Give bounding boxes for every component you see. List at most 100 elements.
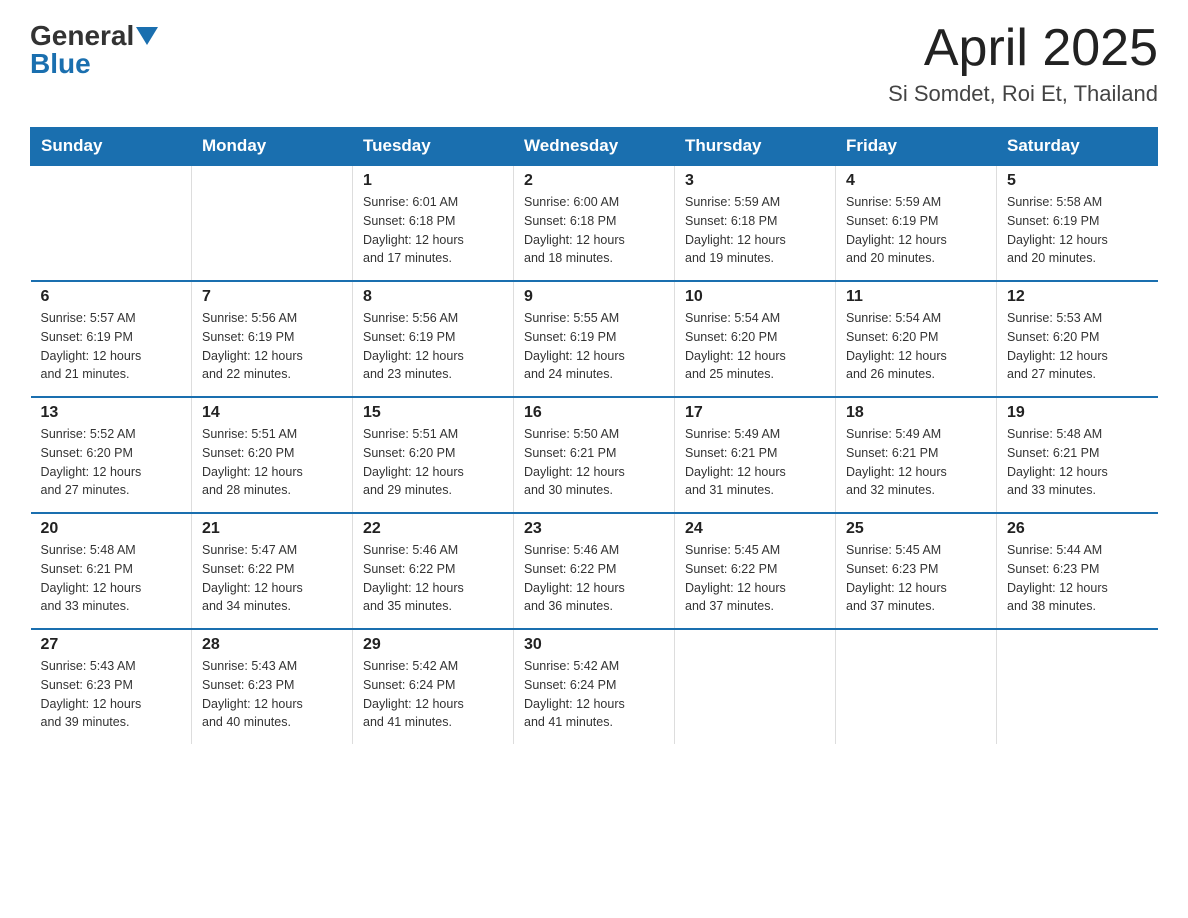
table-row: 20 Sunrise: 5:48 AM Sunset: 6:21 PM Dayli… <box>31 513 192 629</box>
day-info: Sunrise: 5:47 AM Sunset: 6:22 PM Dayligh… <box>202 541 342 616</box>
day-info: Sunrise: 5:59 AM Sunset: 6:18 PM Dayligh… <box>685 193 825 268</box>
table-row: 11 Sunrise: 5:54 AM Sunset: 6:20 PM Dayli… <box>836 281 997 397</box>
table-row: 9 Sunrise: 5:55 AM Sunset: 6:19 PM Daylig… <box>514 281 675 397</box>
table-row: 6 Sunrise: 5:57 AM Sunset: 6:19 PM Daylig… <box>31 281 192 397</box>
table-row: 26Sunrise: 5:44 AM Sunset: 6:23 PM Dayli… <box>997 513 1158 629</box>
day-info: Sunrise: 5:59 AM Sunset: 6:19 PM Dayligh… <box>846 193 986 268</box>
day-info: Sunrise: 5:48 AM Sunset: 6:21 PM Dayligh… <box>41 541 182 616</box>
table-row: 13 Sunrise: 5:52 AM Sunset: 6:20 PM Dayli… <box>31 397 192 513</box>
day-number: 6 <box>41 288 182 306</box>
table-row: 3 Sunrise: 5:59 AM Sunset: 6:18 PM Daylig… <box>675 165 836 281</box>
table-row: 21 Sunrise: 5:47 AM Sunset: 6:22 PM Dayli… <box>192 513 353 629</box>
day-number: 24 <box>685 520 825 538</box>
day-info: Sunrise: 5:49 AM Sunset: 6:21 PM Dayligh… <box>685 425 825 500</box>
header-sunday: Sunday <box>31 128 192 166</box>
day-number: 7 <box>202 288 342 306</box>
day-number: 23 <box>524 520 664 538</box>
day-info: Sunrise: 5:46 AM Sunset: 6:22 PM Dayligh… <box>524 541 664 616</box>
calendar-week-row: 20 Sunrise: 5:48 AM Sunset: 6:21 PM Dayli… <box>31 513 1158 629</box>
table-row <box>675 629 836 744</box>
logo: General Blue <box>30 20 158 80</box>
day-number: 13 <box>41 404 182 422</box>
header-friday: Friday <box>836 128 997 166</box>
day-number: 9 <box>524 288 664 306</box>
day-info: Sunrise: 5:50 AM Sunset: 6:21 PM Dayligh… <box>524 425 664 500</box>
day-info: Sunrise: 5:57 AM Sunset: 6:19 PM Dayligh… <box>41 309 182 384</box>
day-info: Sunrise: 5:43 AM Sunset: 6:23 PM Dayligh… <box>41 657 182 732</box>
header-wednesday: Wednesday <box>514 128 675 166</box>
table-row <box>192 165 353 281</box>
day-number: 20 <box>41 520 182 538</box>
calendar-week-row: 13 Sunrise: 5:52 AM Sunset: 6:20 PM Dayli… <box>31 397 1158 513</box>
header-monday: Monday <box>192 128 353 166</box>
day-info: Sunrise: 6:00 AM Sunset: 6:18 PM Dayligh… <box>524 193 664 268</box>
table-row: 30 Sunrise: 5:42 AM Sunset: 6:24 PM Dayli… <box>514 629 675 744</box>
table-row: 4 Sunrise: 5:59 AM Sunset: 6:19 PM Daylig… <box>836 165 997 281</box>
day-info: Sunrise: 5:49 AM Sunset: 6:21 PM Dayligh… <box>846 425 986 500</box>
table-row <box>836 629 997 744</box>
day-number: 1 <box>363 172 503 190</box>
logo-triangle-icon <box>136 27 158 45</box>
calendar-week-row: 6 Sunrise: 5:57 AM Sunset: 6:19 PM Daylig… <box>31 281 1158 397</box>
table-row: 17 Sunrise: 5:49 AM Sunset: 6:21 PM Dayli… <box>675 397 836 513</box>
weekday-header-row: Sunday Monday Tuesday Wednesday Thursday… <box>31 128 1158 166</box>
table-row: 14 Sunrise: 5:51 AM Sunset: 6:20 PM Dayli… <box>192 397 353 513</box>
day-number: 27 <box>41 636 182 654</box>
day-info: Sunrise: 5:48 AM Sunset: 6:21 PM Dayligh… <box>1007 425 1148 500</box>
day-number: 26 <box>1007 520 1148 538</box>
day-number: 22 <box>363 520 503 538</box>
logo-blue-text: Blue <box>30 48 91 80</box>
day-number: 19 <box>1007 404 1148 422</box>
day-number: 11 <box>846 288 986 306</box>
calendar-week-row: 27 Sunrise: 5:43 AM Sunset: 6:23 PM Dayli… <box>31 629 1158 744</box>
day-info: Sunrise: 5:53 AM Sunset: 6:20 PM Dayligh… <box>1007 309 1148 384</box>
table-row: 5 Sunrise: 5:58 AM Sunset: 6:19 PM Daylig… <box>997 165 1158 281</box>
day-number: 17 <box>685 404 825 422</box>
calendar-week-row: 1 Sunrise: 6:01 AM Sunset: 6:18 PM Daylig… <box>31 165 1158 281</box>
table-row: 29 Sunrise: 5:42 AM Sunset: 6:24 PM Dayli… <box>353 629 514 744</box>
day-number: 3 <box>685 172 825 190</box>
day-info: Sunrise: 5:46 AM Sunset: 6:22 PM Dayligh… <box>363 541 503 616</box>
day-number: 4 <box>846 172 986 190</box>
table-row: 18 Sunrise: 5:49 AM Sunset: 6:21 PM Dayli… <box>836 397 997 513</box>
day-info: Sunrise: 5:52 AM Sunset: 6:20 PM Dayligh… <box>41 425 182 500</box>
table-row: 16Sunrise: 5:50 AM Sunset: 6:21 PM Dayli… <box>514 397 675 513</box>
day-number: 14 <box>202 404 342 422</box>
calendar-title: April 2025 <box>888 20 1158 77</box>
page-header: General Blue April 2025 Si Somdet, Roi E… <box>30 20 1158 107</box>
day-number: 28 <box>202 636 342 654</box>
day-info: Sunrise: 6:01 AM Sunset: 6:18 PM Dayligh… <box>363 193 503 268</box>
day-info: Sunrise: 5:58 AM Sunset: 6:19 PM Dayligh… <box>1007 193 1148 268</box>
table-row: 2 Sunrise: 6:00 AM Sunset: 6:18 PM Daylig… <box>514 165 675 281</box>
table-row: 15 Sunrise: 5:51 AM Sunset: 6:20 PM Dayli… <box>353 397 514 513</box>
day-info: Sunrise: 5:51 AM Sunset: 6:20 PM Dayligh… <box>202 425 342 500</box>
table-row: 28 Sunrise: 5:43 AM Sunset: 6:23 PM Dayli… <box>192 629 353 744</box>
day-info: Sunrise: 5:45 AM Sunset: 6:22 PM Dayligh… <box>685 541 825 616</box>
day-number: 2 <box>524 172 664 190</box>
day-number: 12 <box>1007 288 1148 306</box>
header-thursday: Thursday <box>675 128 836 166</box>
day-info: Sunrise: 5:42 AM Sunset: 6:24 PM Dayligh… <box>363 657 503 732</box>
day-info: Sunrise: 5:51 AM Sunset: 6:20 PM Dayligh… <box>363 425 503 500</box>
day-info: Sunrise: 5:55 AM Sunset: 6:19 PM Dayligh… <box>524 309 664 384</box>
day-info: Sunrise: 5:56 AM Sunset: 6:19 PM Dayligh… <box>363 309 503 384</box>
day-info: Sunrise: 5:43 AM Sunset: 6:23 PM Dayligh… <box>202 657 342 732</box>
day-info: Sunrise: 5:42 AM Sunset: 6:24 PM Dayligh… <box>524 657 664 732</box>
table-row: 24 Sunrise: 5:45 AM Sunset: 6:22 PM Dayli… <box>675 513 836 629</box>
day-number: 15 <box>363 404 503 422</box>
day-number: 30 <box>524 636 664 654</box>
day-number: 29 <box>363 636 503 654</box>
calendar-title-section: April 2025 Si Somdet, Roi Et, Thailand <box>888 20 1158 107</box>
table-row <box>997 629 1158 744</box>
day-number: 21 <box>202 520 342 538</box>
table-row: 12 Sunrise: 5:53 AM Sunset: 6:20 PM Dayli… <box>997 281 1158 397</box>
header-tuesday: Tuesday <box>353 128 514 166</box>
day-info: Sunrise: 5:56 AM Sunset: 6:19 PM Dayligh… <box>202 309 342 384</box>
day-info: Sunrise: 5:54 AM Sunset: 6:20 PM Dayligh… <box>846 309 986 384</box>
day-number: 5 <box>1007 172 1148 190</box>
table-row: 27 Sunrise: 5:43 AM Sunset: 6:23 PM Dayli… <box>31 629 192 744</box>
table-row: 1 Sunrise: 6:01 AM Sunset: 6:18 PM Daylig… <box>353 165 514 281</box>
day-number: 10 <box>685 288 825 306</box>
day-info: Sunrise: 5:45 AM Sunset: 6:23 PM Dayligh… <box>846 541 986 616</box>
day-number: 18 <box>846 404 986 422</box>
